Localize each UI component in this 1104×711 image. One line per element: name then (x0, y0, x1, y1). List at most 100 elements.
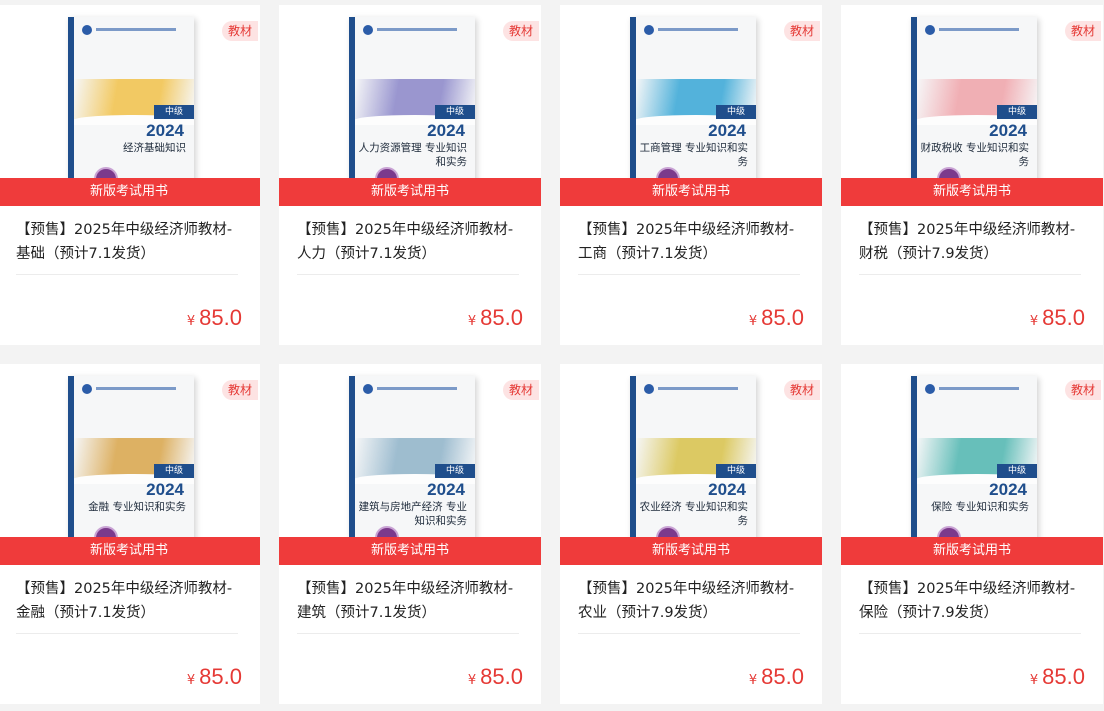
divider (297, 633, 519, 634)
price-value: 85.0 (761, 664, 804, 689)
promo-ribbon: 新版考试用书 (279, 537, 541, 565)
divider (16, 274, 238, 275)
cover-year: 2024 (989, 480, 1027, 499)
product-image[interactable]: 中级 2024 人力资源管理 专业知识和实务 (279, 5, 541, 205)
product-card[interactable]: 中级 2024 金融 专业知识和实务 教材 新版考试用书 【预售】2025年中级… (0, 364, 260, 704)
promo-ribbon: 新版考试用书 (560, 537, 822, 565)
product-card[interactable]: 中级 2024 农业经济 专业知识和实务 教材 新版考试用书 【预售】2025年… (560, 364, 822, 704)
category-badge: 教材 (221, 380, 258, 400)
cover-year: 2024 (708, 480, 746, 499)
publisher-logo-icon (82, 25, 92, 35)
product-title[interactable]: 【预售】2025年中级经济师教材-金融（预计7.1发货） (16, 577, 242, 625)
promo-ribbon: 新版考试用书 (560, 178, 822, 206)
currency-symbol: ¥ (748, 673, 758, 688)
product-card[interactable]: 中级 2024 工商管理 专业知识和实务 教材 新版考试用书 【预售】2025年… (560, 5, 822, 345)
divider (578, 633, 800, 634)
promo-ribbon: 新版考试用书 (279, 178, 541, 206)
publisher-logo-icon (925, 25, 935, 35)
cover-title: 金融 专业知识和实务 (88, 501, 186, 513)
category-badge: 教材 (1064, 380, 1101, 400)
divider (16, 633, 238, 634)
cover-level: 中级 (997, 464, 1037, 478)
price-value: 85.0 (199, 305, 242, 330)
product-price: ¥85.0 (1030, 305, 1085, 331)
publisher-logo-icon (363, 384, 373, 394)
product-title[interactable]: 【预售】2025年中级经济师教材-保险（预计7.9发货） (859, 577, 1085, 625)
product-card[interactable]: 中级 2024 人力资源管理 专业知识和实务 教材 新版考试用书 【预售】202… (279, 5, 541, 345)
publisher-logo-icon (925, 384, 935, 394)
category-badge: 教材 (502, 380, 539, 400)
book-cover: 中级 2024 工商管理 专业知识和实务 (630, 17, 756, 187)
category-badge: 教材 (783, 21, 820, 41)
book-cover: 中级 2024 财政税收 专业知识和实务 (911, 17, 1037, 187)
cover-level: 中级 (716, 105, 756, 119)
product-image[interactable]: 中级 2024 农业经济 专业知识和实务 (560, 364, 822, 564)
product-card[interactable]: 中级 2024 经济基础知识 教材 新版考试用书 【预售】2025年中级经济师教… (0, 5, 260, 345)
product-price: ¥85.0 (468, 664, 523, 690)
currency-symbol: ¥ (186, 314, 196, 329)
currency-symbol: ¥ (1029, 314, 1039, 329)
cover-year: 2024 (708, 121, 746, 140)
cover-header-decoration (939, 28, 1019, 31)
cover-level: 中级 (997, 105, 1037, 119)
cover-header-decoration (96, 28, 176, 31)
divider (297, 274, 519, 275)
category-badge: 教材 (221, 21, 258, 41)
cover-header-decoration (377, 28, 457, 31)
cover-header-decoration (658, 387, 738, 390)
price-value: 85.0 (480, 305, 523, 330)
cover-title: 工商管理 专业知识和实务 (639, 142, 748, 168)
publisher-logo-icon (82, 384, 92, 394)
product-title[interactable]: 【预售】2025年中级经济师教材-工商（预计7.1发货） (578, 218, 804, 266)
promo-ribbon: 新版考试用书 (0, 178, 260, 206)
cover-title: 财政税收 专业知识和实务 (920, 142, 1029, 168)
category-badge: 教材 (783, 380, 820, 400)
cover-level: 中级 (154, 105, 194, 119)
product-title[interactable]: 【预售】2025年中级经济师教材-人力（预计7.1发货） (297, 218, 523, 266)
product-card[interactable]: 中级 2024 财政税收 专业知识和实务 教材 新版考试用书 【预售】2025年… (841, 5, 1103, 345)
product-image[interactable]: 中级 2024 保险 专业知识和实务 (841, 364, 1103, 564)
product-title[interactable]: 【预售】2025年中级经济师教材-基础（预计7.1发货） (16, 218, 242, 266)
cover-title: 经济基础知识 (123, 142, 186, 154)
cover-title: 农业经济 专业知识和实务 (639, 501, 748, 527)
promo-ribbon: 新版考试用书 (841, 537, 1103, 565)
product-grid: 中级 2024 经济基础知识 教材 新版考试用书 【预售】2025年中级经济师教… (0, 0, 1104, 711)
book-cover: 中级 2024 经济基础知识 (68, 17, 194, 187)
book-cover: 中级 2024 人力资源管理 专业知识和实务 (349, 17, 475, 187)
book-cover: 中级 2024 农业经济 专业知识和实务 (630, 376, 756, 546)
category-badge: 教材 (1064, 21, 1101, 41)
product-title[interactable]: 【预售】2025年中级经济师教材-财税（预计7.9发货） (859, 218, 1085, 266)
product-image[interactable]: 中级 2024 建筑与房地产经济 专业知识和实务 (279, 364, 541, 564)
product-title[interactable]: 【预售】2025年中级经济师教材-建筑（预计7.1发货） (297, 577, 523, 625)
product-card[interactable]: 中级 2024 保险 专业知识和实务 教材 新版考试用书 【预售】2025年中级… (841, 364, 1103, 704)
cover-year: 2024 (427, 480, 465, 499)
product-image[interactable]: 中级 2024 金融 专业知识和实务 (0, 364, 260, 564)
cover-header-decoration (377, 387, 457, 390)
publisher-logo-icon (644, 25, 654, 35)
currency-symbol: ¥ (467, 314, 477, 329)
currency-symbol: ¥ (748, 314, 758, 329)
cover-title: 建筑与房地产经济 专业知识和实务 (358, 501, 467, 527)
product-title[interactable]: 【预售】2025年中级经济师教材-农业（预计7.9发货） (578, 577, 804, 625)
product-image[interactable]: 中级 2024 财政税收 专业知识和实务 (841, 5, 1103, 205)
book-cover: 中级 2024 建筑与房地产经济 专业知识和实务 (349, 376, 475, 546)
price-value: 85.0 (761, 305, 804, 330)
product-image[interactable]: 中级 2024 经济基础知识 (0, 5, 260, 205)
divider (859, 633, 1081, 634)
cover-header-decoration (96, 387, 176, 390)
promo-ribbon: 新版考试用书 (841, 178, 1103, 206)
divider (859, 274, 1081, 275)
cover-title: 人力资源管理 专业知识和实务 (358, 142, 467, 168)
product-price: ¥85.0 (1030, 664, 1085, 690)
currency-symbol: ¥ (467, 673, 477, 688)
product-card[interactable]: 中级 2024 建筑与房地产经济 专业知识和实务 教材 新版考试用书 【预售】2… (279, 364, 541, 704)
product-price: ¥85.0 (749, 305, 804, 331)
price-value: 85.0 (1042, 664, 1085, 689)
product-price: ¥85.0 (187, 664, 242, 690)
currency-symbol: ¥ (186, 673, 196, 688)
cover-level: 中级 (435, 464, 475, 478)
cover-year: 2024 (427, 121, 465, 140)
product-image[interactable]: 中级 2024 工商管理 专业知识和实务 (560, 5, 822, 205)
publisher-logo-icon (363, 25, 373, 35)
cover-year: 2024 (146, 121, 184, 140)
